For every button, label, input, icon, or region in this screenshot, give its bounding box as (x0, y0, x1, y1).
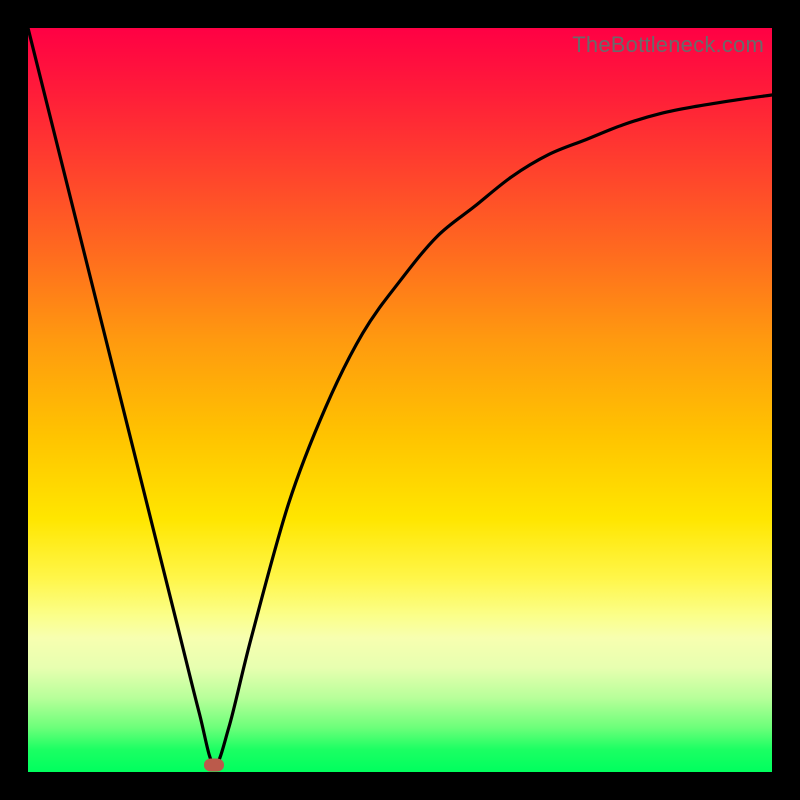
chart-frame: TheBottleneck.com (0, 0, 800, 800)
plot-area: TheBottleneck.com (28, 28, 772, 772)
bottleneck-curve (28, 28, 772, 772)
balance-marker (204, 758, 224, 771)
